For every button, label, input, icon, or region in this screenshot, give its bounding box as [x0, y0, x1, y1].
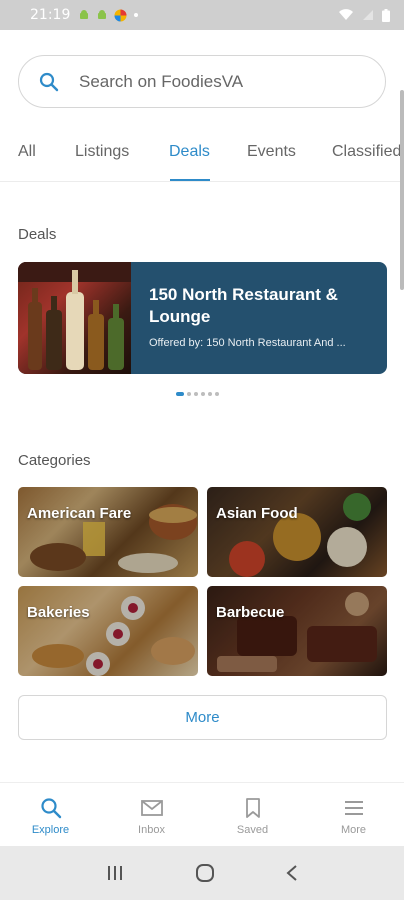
dot-icon [134, 13, 139, 17]
android-icon [80, 10, 89, 19]
carousel-dot[interactable] [208, 392, 212, 396]
search-input[interactable]: Search on FoodiesVA [18, 55, 386, 108]
signal-icon [363, 10, 373, 20]
tab-classified[interactable]: Classified [332, 140, 401, 182]
category-tile-bakeries[interactable]: Bakeries [18, 586, 198, 676]
search-icon [40, 798, 61, 819]
nav-more[interactable]: More [303, 783, 404, 846]
system-status-icons [338, 8, 390, 22]
category-tile-asian-food[interactable]: Asian Food [207, 487, 387, 577]
deals-section-title: Deals [18, 226, 57, 243]
search-placeholder: Search on FoodiesVA [79, 71, 244, 91]
status-time: 21:19 [30, 7, 71, 23]
category-label: Bakeries [27, 604, 90, 621]
bottles-image [18, 262, 131, 370]
search-icon [39, 72, 59, 91]
tabs-divider [0, 181, 404, 182]
carousel-dot[interactable] [176, 392, 184, 396]
recent-apps-icon[interactable] [105, 864, 125, 882]
deal-card[interactable]: 150 North Restaurant & Lounge Offered by… [18, 262, 387, 374]
carousel-dot[interactable] [194, 392, 198, 396]
category-tile-barbecue[interactable]: Barbecue [207, 586, 387, 676]
tab-all[interactable]: All [18, 140, 36, 182]
battery-icon [382, 8, 390, 22]
category-label: American Fare [27, 505, 132, 522]
home-icon[interactable] [195, 863, 215, 883]
deal-title: 150 North Restaurant & Lounge [149, 285, 338, 326]
nav-label: Saved [236, 824, 269, 836]
nav-inbox[interactable]: Inbox [101, 783, 202, 846]
categories-section-title: Categories [18, 452, 91, 469]
deal-image [18, 262, 131, 374]
category-tile-american-fare[interactable]: American Fare [18, 487, 198, 577]
nav-saved[interactable]: Saved [202, 783, 303, 846]
category-label: Asian Food [216, 505, 298, 522]
app-notification-icon [114, 9, 127, 21]
nav-label: Inbox [138, 824, 165, 836]
explore-screen: Search on FoodiesVA All Listings Deals E… [0, 30, 404, 782]
category-label: Barbecue [216, 604, 285, 621]
tab-listings[interactable]: Listings [75, 140, 129, 182]
carousel-dot[interactable] [201, 392, 205, 396]
nav-label: More [340, 824, 367, 836]
deal-offered-by: Offered by: 150 North Restaurant And ... [149, 337, 346, 349]
wifi-icon [339, 9, 353, 20]
bookmark-icon [245, 798, 260, 818]
nav-explore[interactable]: Explore [0, 783, 101, 846]
tab-deals[interactable]: Deals [169, 140, 210, 182]
tab-events[interactable]: Events [247, 140, 296, 182]
status-bar: 21:19 [0, 0, 404, 30]
carousel-indicator [176, 392, 219, 396]
carousel-dot[interactable] [215, 392, 219, 396]
back-icon[interactable] [285, 864, 299, 882]
bottom-navigation: Explore Inbox Saved More [0, 782, 404, 846]
scrollbar[interactable] [400, 90, 404, 290]
carousel-dot[interactable] [187, 392, 191, 396]
android-icon [98, 10, 107, 19]
content-tabs: All Listings Deals Events Classified [0, 140, 404, 182]
notification-icons [78, 9, 139, 22]
system-navigation-bar [0, 846, 404, 900]
mail-icon [140, 800, 163, 816]
more-categories-button[interactable]: More [18, 695, 387, 740]
nav-label: Explore [31, 824, 70, 836]
deal-body: 150 North Restaurant & Lounge Offered by… [131, 262, 387, 374]
menu-icon [344, 801, 363, 815]
